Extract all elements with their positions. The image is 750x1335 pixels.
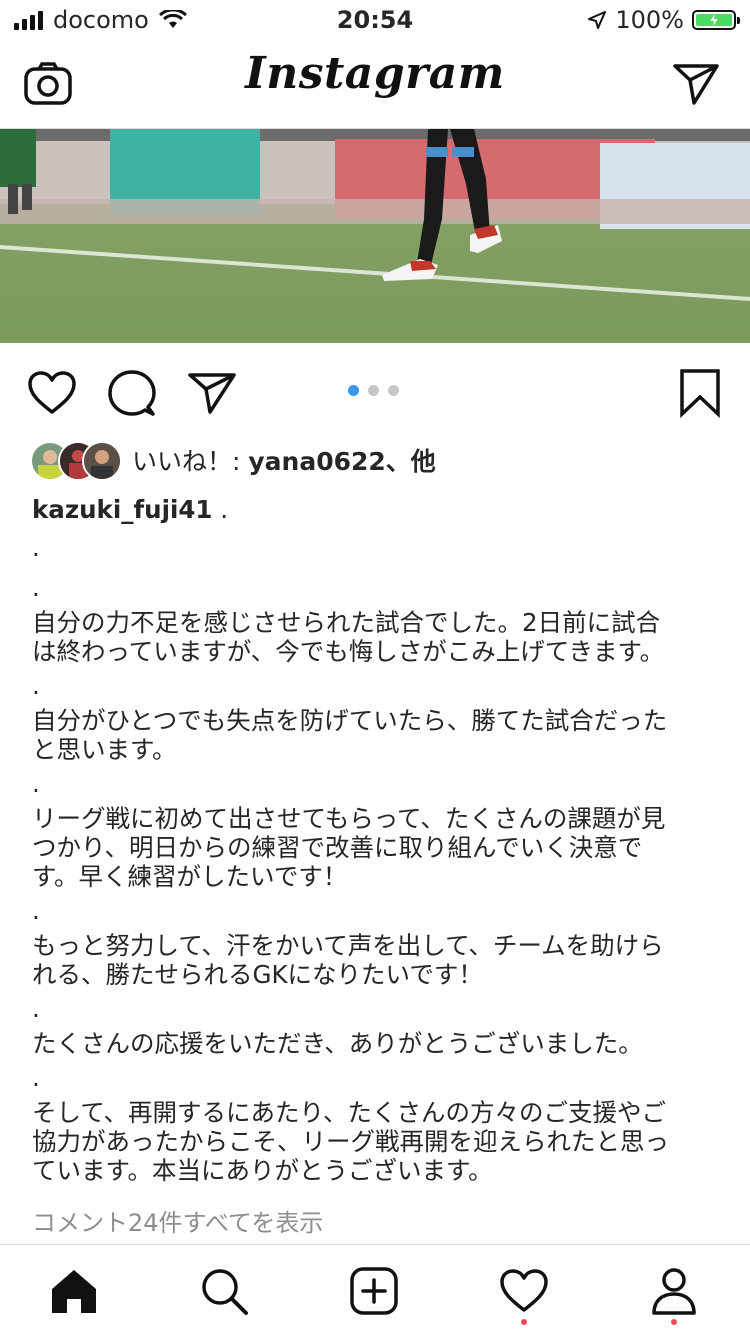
caption-username[interactable]: kazuki_fuji41 — [32, 495, 212, 524]
tab-activity[interactable] — [496, 1263, 552, 1325]
caption-line: 自分の力不足を感じさせられた試合でした。2日前に試合 — [32, 608, 661, 637]
caption-first: . — [212, 495, 229, 524]
carousel-dot — [388, 385, 399, 396]
caption-line: もっと努力して、汗をかいて声を出して、チームを助けら — [32, 931, 664, 960]
comment-button[interactable] — [106, 367, 158, 419]
instagram-logo: Instagram — [245, 48, 505, 99]
paper-plane-icon — [188, 373, 236, 414]
likes-summary[interactable]: いいね！: yana0622、他 — [30, 438, 436, 482]
avatar — [82, 441, 122, 481]
caption-separator: . — [32, 1063, 40, 1092]
liker-avatars — [30, 441, 122, 481]
save-button[interactable] — [674, 367, 726, 419]
notification-dot — [671, 1319, 677, 1325]
caption-separator: . — [32, 994, 40, 1023]
tab-profile[interactable] — [646, 1263, 702, 1325]
direct-message-button[interactable] — [668, 56, 724, 112]
post-actions — [0, 343, 750, 439]
caption-line: す。早く練習がしたいです！ — [32, 862, 348, 891]
liker-username[interactable]: yana0622 — [248, 447, 385, 476]
home-icon — [52, 1270, 96, 1313]
location-arrow-icon — [588, 11, 607, 29]
caption-separator: . — [32, 573, 40, 602]
carousel-dot — [368, 385, 379, 396]
likes-others[interactable]: 、他 — [386, 447, 436, 476]
likes-prefix: いいね！: — [132, 447, 249, 476]
carousel-dot-active — [348, 385, 359, 396]
caption-line: ています。本当にありがとうございます。 — [32, 1156, 493, 1185]
carousel-indicator — [348, 385, 399, 396]
view-all-comments-link[interactable]: コメント24件すべてを表示 — [32, 1203, 323, 1238]
caption-separator: . — [32, 533, 40, 562]
battery-percent: 100% — [615, 6, 684, 34]
caption-line: たくさんの応援をいただき、ありがとうございました。 — [32, 1029, 643, 1058]
battery-icon — [692, 10, 740, 30]
heart-icon — [28, 371, 76, 414]
likes-text: いいね！: yana0622、他 — [132, 442, 436, 478]
profile-icon — [652, 1268, 696, 1315]
post-image[interactable] — [0, 129, 750, 343]
bookmark-icon — [680, 369, 720, 418]
tab-new-post[interactable] — [346, 1263, 402, 1319]
paper-plane-icon — [673, 64, 719, 105]
status-bar: docomo 20:54 100% — [0, 0, 750, 40]
post-caption: kazuki_fuji41 . .. 自分の力不足を感じさせられた試合でした。2日… — [32, 492, 722, 1185]
add-post-icon — [350, 1267, 398, 1315]
caption-line: そして、再開するにあたり、たくさんの方々のご支援やご — [32, 1098, 667, 1127]
like-button[interactable] — [26, 367, 78, 419]
share-button[interactable] — [186, 367, 238, 419]
caption-line: 自分がひとつでも失点を防げていたら、勝てた試合だった — [32, 706, 668, 735]
tab-home[interactable] — [46, 1263, 102, 1319]
app-header: Instagram — [0, 40, 750, 129]
caption-line: は終わっていますが、今でも悔しさがこみ上げてきます。 — [32, 637, 665, 666]
search-icon — [202, 1269, 248, 1315]
activity-heart-icon — [500, 1269, 548, 1312]
notification-dot — [521, 1319, 527, 1325]
comment-bubble-icon — [108, 370, 156, 416]
caption-line: と思います。 — [32, 735, 177, 764]
tab-search[interactable] — [196, 1263, 252, 1319]
caption-line: リーグ戦に初めて出させてもらって、たくさんの課題が見 — [32, 804, 666, 833]
soccer-player-photo — [0, 129, 750, 343]
caption-line: れる、勝たせられるGKになりたいです！ — [32, 960, 483, 989]
caption-line: つかり、明日からの練習で改善に取り組んでいく決意で — [32, 833, 643, 862]
bottom-tab-bar — [0, 1244, 750, 1335]
caption-line: 協力があったからこそ、リーグ戦再開を迎えられたと思っ — [32, 1127, 669, 1156]
caption-separator: . — [32, 671, 40, 700]
caption-separator: . — [32, 896, 40, 925]
caption-separator: . — [32, 769, 40, 798]
